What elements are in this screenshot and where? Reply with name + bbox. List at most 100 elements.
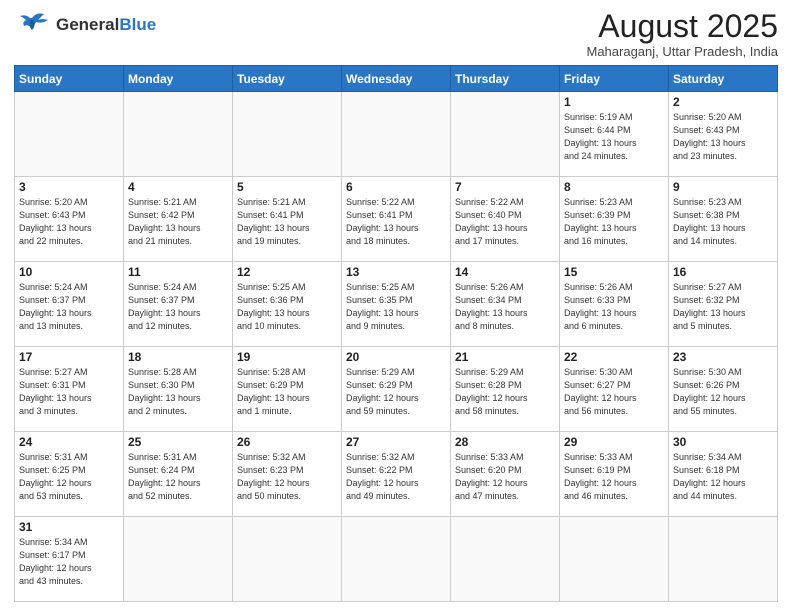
table-row: 2 Sunrise: 5:20 AM Sunset: 6:43 PM Daylig… <box>669 92 778 177</box>
day-number: 15 <box>564 265 664 279</box>
day-number: 26 <box>237 435 337 449</box>
table-row: 27 Sunrise: 5:32 AM Sunset: 6:22 PM Dayli… <box>342 432 451 517</box>
calendar-week-row: 3 Sunrise: 5:20 AM Sunset: 6:43 PM Daylig… <box>15 177 778 262</box>
day-number: 30 <box>673 435 773 449</box>
calendar-week-row: 24Sunrise: 5:31 AM Sunset: 6:25 PM Dayli… <box>15 432 778 517</box>
calendar-table: Sunday Monday Tuesday Wednesday Thursday… <box>14 65 778 602</box>
table-row: 31 Sunrise: 5:34 AM Sunset: 6:17 PM Dayli… <box>15 517 124 602</box>
day-number: 18 <box>128 350 228 364</box>
day-info: Sunrise: 5:20 AM Sunset: 6:43 PM Dayligh… <box>19 196 119 248</box>
day-number: 5 <box>237 180 337 194</box>
table-row: 25Sunrise: 5:31 AM Sunset: 6:24 PM Dayli… <box>124 432 233 517</box>
table-row: 23 Sunrise: 5:30 AM Sunset: 6:26 PM Dayli… <box>669 347 778 432</box>
day-info: Sunrise: 5:21 AM Sunset: 6:42 PM Dayligh… <box>128 196 228 248</box>
day-number: 22 <box>564 350 664 364</box>
table-row <box>669 517 778 602</box>
day-number: 14 <box>455 265 555 279</box>
day-info: Sunrise: 5:25 AM Sunset: 6:36 PM Dayligh… <box>237 281 337 333</box>
day-info: Sunrise: 5:31 AM Sunset: 6:25 PM Dayligh… <box>19 451 119 503</box>
table-row: 18Sunrise: 5:28 AM Sunset: 6:30 PM Dayli… <box>124 347 233 432</box>
day-info: Sunrise: 5:23 AM Sunset: 6:39 PM Dayligh… <box>564 196 664 248</box>
table-row: 22 Sunrise: 5:30 AM Sunset: 6:27 PM Dayli… <box>560 347 669 432</box>
day-info: Sunrise: 5:22 AM Sunset: 6:41 PM Dayligh… <box>346 196 446 248</box>
table-row: 9Sunrise: 5:23 AM Sunset: 6:38 PM Daylig… <box>669 177 778 262</box>
day-number: 28 <box>455 435 555 449</box>
day-info: Sunrise: 5:26 AM Sunset: 6:34 PM Dayligh… <box>455 281 555 333</box>
day-number: 12 <box>237 265 337 279</box>
logo-blue: Blue <box>119 15 156 34</box>
table-row: 30Sunrise: 5:34 AM Sunset: 6:18 PM Dayli… <box>669 432 778 517</box>
day-number: 6 <box>346 180 446 194</box>
table-row: 26 Sunrise: 5:32 AM Sunset: 6:23 PM Dayli… <box>233 432 342 517</box>
day-info: Sunrise: 5:29 AM Sunset: 6:28 PM Dayligh… <box>455 366 555 418</box>
day-info: Sunrise: 5:20 AM Sunset: 6:43 PM Dayligh… <box>673 111 773 163</box>
day-number: 21 <box>455 350 555 364</box>
day-info: Sunrise: 5:26 AM Sunset: 6:33 PM Dayligh… <box>564 281 664 333</box>
calendar-week-row: 17Sunrise: 5:27 AM Sunset: 6:31 PM Dayli… <box>15 347 778 432</box>
calendar-week-row: 1Sunrise: 5:19 AM Sunset: 6:44 PM Daylig… <box>15 92 778 177</box>
day-number: 11 <box>128 265 228 279</box>
day-info: Sunrise: 5:32 AM Sunset: 6:23 PM Dayligh… <box>237 451 337 503</box>
table-row: 16Sunrise: 5:27 AM Sunset: 6:32 PM Dayli… <box>669 262 778 347</box>
col-wednesday: Wednesday <box>342 66 451 92</box>
day-info: Sunrise: 5:30 AM Sunset: 6:27 PM Dayligh… <box>564 366 664 418</box>
table-row: 12 Sunrise: 5:25 AM Sunset: 6:36 PM Dayli… <box>233 262 342 347</box>
day-info: Sunrise: 5:22 AM Sunset: 6:40 PM Dayligh… <box>455 196 555 248</box>
day-number: 3 <box>19 180 119 194</box>
table-row <box>342 92 451 177</box>
day-number: 23 <box>673 350 773 364</box>
col-thursday: Thursday <box>451 66 560 92</box>
day-number: 27 <box>346 435 446 449</box>
table-row <box>233 92 342 177</box>
day-number: 2 <box>673 95 773 109</box>
table-row: 13 Sunrise: 5:25 AM Sunset: 6:35 PM Dayli… <box>342 262 451 347</box>
day-number: 19 <box>237 350 337 364</box>
day-info: Sunrise: 5:33 AM Sunset: 6:20 PM Dayligh… <box>455 451 555 503</box>
day-number: 20 <box>346 350 446 364</box>
calendar-week-row: 31 Sunrise: 5:34 AM Sunset: 6:17 PM Dayli… <box>15 517 778 602</box>
day-number: 13 <box>346 265 446 279</box>
day-info: Sunrise: 5:31 AM Sunset: 6:24 PM Dayligh… <box>128 451 228 503</box>
subtitle: Maharaganj, Uttar Pradesh, India <box>587 44 779 59</box>
logo: GeneralBlue <box>14 10 156 40</box>
day-number: 7 <box>455 180 555 194</box>
day-info: Sunrise: 5:25 AM Sunset: 6:35 PM Dayligh… <box>346 281 446 333</box>
day-info: Sunrise: 5:33 AM Sunset: 6:19 PM Dayligh… <box>564 451 664 503</box>
day-number: 31 <box>19 520 119 534</box>
table-row: 4 Sunrise: 5:21 AM Sunset: 6:42 PM Daylig… <box>124 177 233 262</box>
col-saturday: Saturday <box>669 66 778 92</box>
day-number: 9 <box>673 180 773 194</box>
calendar-header-row: Sunday Monday Tuesday Wednesday Thursday… <box>15 66 778 92</box>
day-number: 17 <box>19 350 119 364</box>
day-number: 8 <box>564 180 664 194</box>
table-row: 24Sunrise: 5:31 AM Sunset: 6:25 PM Dayli… <box>15 432 124 517</box>
day-info: Sunrise: 5:24 AM Sunset: 6:37 PM Dayligh… <box>19 281 119 333</box>
table-row: 11Sunrise: 5:24 AM Sunset: 6:37 PM Dayli… <box>124 262 233 347</box>
col-tuesday: Tuesday <box>233 66 342 92</box>
table-row: 5 Sunrise: 5:21 AM Sunset: 6:41 PM Daylig… <box>233 177 342 262</box>
day-info: Sunrise: 5:34 AM Sunset: 6:17 PM Dayligh… <box>19 536 119 588</box>
table-row: 3 Sunrise: 5:20 AM Sunset: 6:43 PM Daylig… <box>15 177 124 262</box>
day-info: Sunrise: 5:21 AM Sunset: 6:41 PM Dayligh… <box>237 196 337 248</box>
table-row <box>560 517 669 602</box>
col-monday: Monday <box>124 66 233 92</box>
day-info: Sunrise: 5:32 AM Sunset: 6:22 PM Dayligh… <box>346 451 446 503</box>
day-info: Sunrise: 5:30 AM Sunset: 6:26 PM Dayligh… <box>673 366 773 418</box>
day-info: Sunrise: 5:19 AM Sunset: 6:44 PM Dayligh… <box>564 111 664 163</box>
day-number: 10 <box>19 265 119 279</box>
table-row: 10 Sunrise: 5:24 AM Sunset: 6:37 PM Dayli… <box>15 262 124 347</box>
table-row: 21 Sunrise: 5:29 AM Sunset: 6:28 PM Dayli… <box>451 347 560 432</box>
table-row <box>124 517 233 602</box>
month-title: August 2025 <box>587 10 779 42</box>
day-info: Sunrise: 5:29 AM Sunset: 6:29 PM Dayligh… <box>346 366 446 418</box>
table-row: 20 Sunrise: 5:29 AM Sunset: 6:29 PM Dayli… <box>342 347 451 432</box>
logo-icon <box>14 10 52 40</box>
table-row: 14 Sunrise: 5:26 AM Sunset: 6:34 PM Dayli… <box>451 262 560 347</box>
day-number: 29 <box>564 435 664 449</box>
table-row <box>233 517 342 602</box>
logo-general: General <box>56 15 119 34</box>
table-row: 8 Sunrise: 5:23 AM Sunset: 6:39 PM Daylig… <box>560 177 669 262</box>
table-row <box>451 517 560 602</box>
day-number: 4 <box>128 180 228 194</box>
table-row: 7 Sunrise: 5:22 AM Sunset: 6:40 PM Daylig… <box>451 177 560 262</box>
